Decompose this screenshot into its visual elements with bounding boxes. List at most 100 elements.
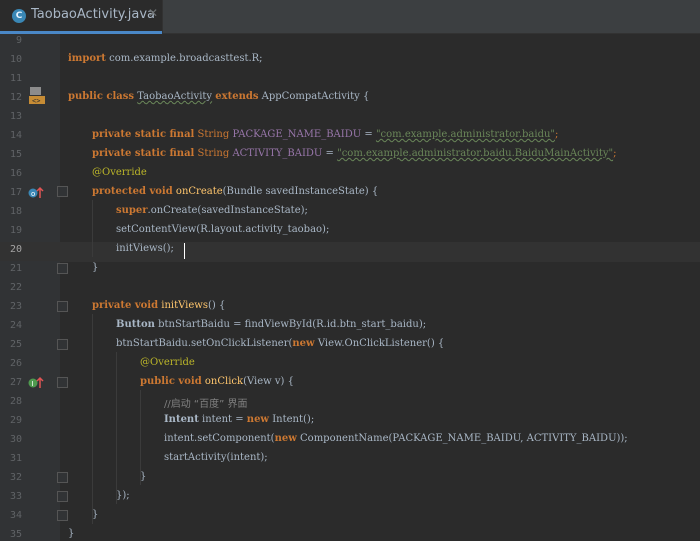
superclass: AppCompatActivity { (261, 91, 370, 102)
svg-text:o: o (31, 190, 35, 198)
line-number: 18 (9, 206, 22, 217)
keyword: private static final (92, 148, 195, 159)
indent-guide (92, 200, 93, 257)
line-number: 13 (9, 111, 22, 122)
override-method-icon[interactable]: o (28, 185, 44, 199)
line-number: 9 (15, 35, 22, 46)
closing-brace: } (92, 262, 99, 273)
statement-rest: Intent(); (272, 414, 315, 425)
line-number: 12 (9, 92, 22, 103)
line-34: 34 } (0, 508, 700, 527)
fold-marker-icon[interactable] (57, 377, 68, 388)
line-32: 32 } (0, 470, 700, 489)
line-number: 16 (9, 168, 22, 179)
keyword: public void (140, 376, 202, 387)
line-16: 16 @Override (0, 166, 700, 185)
layout-file-icon[interactable]: <> (29, 87, 45, 105)
indent-guide (140, 390, 141, 485)
line-11: 11 (0, 71, 700, 90)
line-number: 25 (9, 339, 22, 350)
keyword: new (274, 433, 297, 444)
line-number: 15 (9, 149, 22, 160)
semicolon: ; (555, 129, 559, 140)
keyword: new (246, 414, 270, 425)
line-33: 33 }); (0, 489, 700, 508)
statement: .onCreate(savedInstanceState); (147, 205, 308, 216)
field-name: ACTIVITY_BAIDU (232, 148, 323, 159)
line-20-current: 20 initViews(); (0, 242, 700, 261)
method-name: initViews (161, 300, 208, 311)
line-21: 21 } (0, 261, 700, 280)
tab-taobao-activity[interactable]: C TaobaoActivity.java ✕ (0, 0, 163, 34)
annotation: @Override (92, 167, 147, 178)
semicolon: ; (613, 148, 617, 159)
line-9: 9 (0, 34, 700, 53)
tab-label: TaobaoActivity.java (31, 7, 156, 22)
line-number: 28 (9, 396, 22, 407)
line-17: 17 protected void onCreate(Bundle savedI… (0, 185, 700, 204)
class-file-icon: C (12, 9, 26, 23)
statement: btnStartBaidu = findViewById(R.id.btn_st… (158, 319, 427, 330)
string-literal: "com.example.administrator.baidu" (375, 129, 556, 140)
statement-rest: ComponentName(PACKAGE_NAME_BAIDU, ACTIVI… (300, 433, 628, 444)
statement: intent = (202, 414, 244, 425)
closing-brace: }); (116, 490, 130, 501)
method-name: onCreate (175, 186, 223, 197)
line-25: 25 btnStartBaidu.setOnClickListener(new … (0, 337, 700, 356)
fold-marker-icon[interactable] (57, 510, 68, 521)
type: Button (116, 319, 155, 330)
fold-marker-icon[interactable] (57, 491, 68, 502)
fold-marker-icon[interactable] (57, 263, 68, 274)
line-number: 23 (9, 301, 22, 312)
line-14: 14 private static final String PACKAGE_N… (0, 128, 700, 147)
line-number: 20 (9, 244, 22, 255)
statement: intent.setComponent( (164, 433, 275, 444)
line-number: 21 (9, 263, 22, 274)
field-name: PACKAGE_NAME_BAIDU (232, 129, 362, 140)
fold-marker-icon[interactable] (57, 339, 68, 350)
line-number: 14 (9, 130, 22, 141)
method-name: onClick (204, 376, 244, 387)
line-number: 29 (9, 415, 22, 426)
line-28: 28 //启动 “百度” 界面 (0, 394, 700, 413)
type: String (197, 148, 230, 159)
implements-method-icon[interactable]: I (28, 375, 44, 389)
fold-marker-icon[interactable] (57, 472, 68, 483)
line-number: 19 (9, 225, 22, 236)
keyword: super (116, 205, 148, 216)
comment: //启动 “百度” 界面 (164, 399, 248, 410)
statement: setContentView(R.layout.activity_taobao)… (116, 224, 330, 235)
line-number: 11 (9, 73, 22, 84)
method-params: () { (208, 300, 226, 311)
string-literal: "com.example.administrator.baidu.BaiduMa… (337, 148, 614, 159)
keyword: public class (68, 91, 135, 102)
class-name: TaobaoActivity (137, 91, 213, 102)
line-31: 31 startActivity(intent); (0, 451, 700, 470)
fold-marker-icon[interactable] (57, 186, 68, 197)
line-22: 22 (0, 280, 700, 299)
line-10: 10 import com.example.broadcasttest.R; (0, 52, 700, 71)
close-tab-icon[interactable]: ✕ (148, 6, 158, 20)
line-number: 33 (9, 491, 22, 502)
operator: = (325, 148, 334, 159)
indent-guide (92, 314, 93, 524)
keyword: extends (215, 91, 259, 102)
line-number: 35 (9, 529, 22, 540)
line-27: 27 public void onClick(View v) { (0, 375, 700, 394)
method-params: (View v) { (243, 376, 294, 387)
line-12: 12 public class TaobaoActivity extends A… (0, 90, 700, 109)
line-19: 19 setContentView(R.layout.activity_taob… (0, 223, 700, 242)
line-number: 32 (9, 472, 22, 483)
indent-guide (116, 352, 117, 504)
line-number: 30 (9, 434, 22, 445)
line-35: 35 } (0, 527, 700, 541)
text-cursor (184, 243, 185, 259)
keyword: import (68, 53, 106, 64)
statement: startActivity(intent); (164, 452, 268, 463)
keyword: private static final (92, 129, 195, 140)
line-13: 13 (0, 109, 700, 128)
keyword: new (292, 338, 315, 349)
line-number: 17 (9, 187, 22, 198)
keyword: protected void (92, 186, 173, 197)
fold-marker-icon[interactable] (57, 301, 68, 312)
